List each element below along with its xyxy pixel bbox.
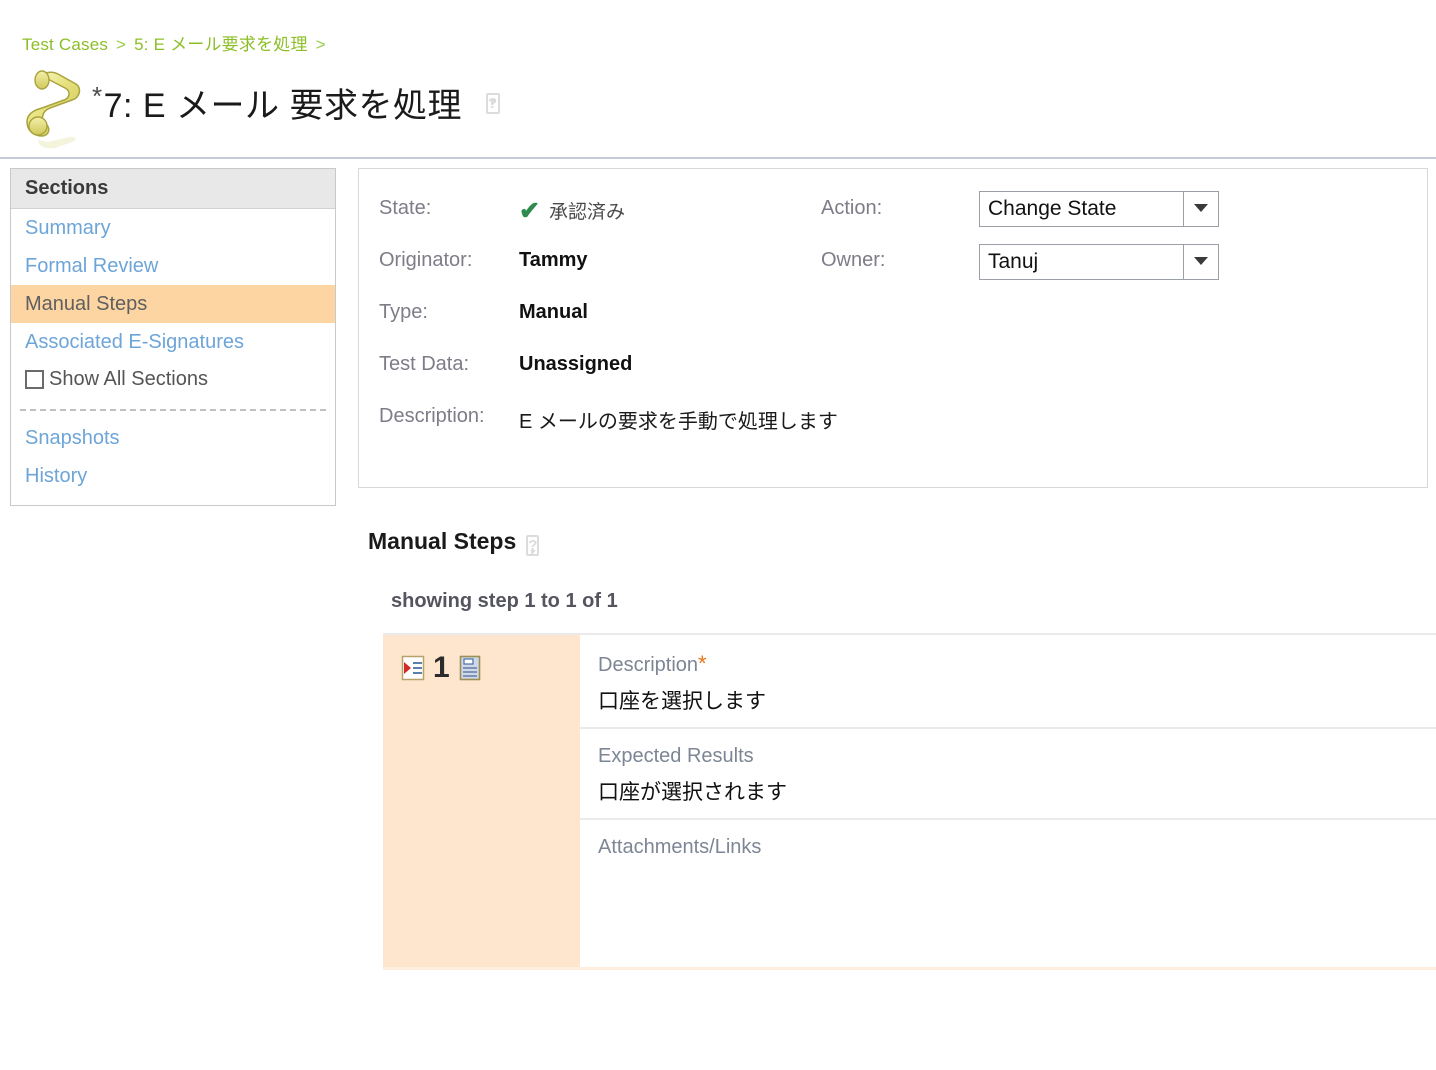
sidebar-item-formal-review[interactable]: Formal Review [11, 247, 335, 285]
owner-select[interactable]: Tanuj [979, 244, 1219, 280]
table-row: 1 Description* 口座を選択します Expected Results… [383, 635, 1436, 970]
step-attachments-label: Attachments/Links [598, 836, 762, 858]
step-expected-results-field: Expected Results 口座が選択されます [580, 727, 1436, 818]
step-attachments-field: Attachments/Links [580, 818, 1436, 938]
sidebar-bottom-group: Snapshots History [11, 411, 335, 505]
test-data-value: Unassigned [519, 353, 633, 375]
manual-steps-table: 1 Description* 口座を選択します Expected Results… [383, 633, 1436, 970]
type-value: Manual [519, 301, 588, 323]
breadcrumb-separator-1: > [116, 35, 127, 54]
action-select-value: Change State [988, 197, 1117, 220]
originator-value: Tammy [519, 249, 588, 271]
action-label: Action: [821, 197, 883, 219]
page-title: *7: E メール 要求を処理 ? [92, 78, 512, 127]
sidebar-item-snapshots[interactable]: Snapshots [11, 419, 335, 457]
page-title-text: 7: E メール 要求を処理 [103, 87, 462, 125]
test-data-label: Test Data: [379, 353, 470, 375]
state-value: ✔ 承認済み [519, 197, 625, 224]
step-number: 1 [433, 651, 450, 684]
step-number-inner: 1 [383, 651, 580, 685]
help-icon[interactable]: ? [526, 529, 552, 556]
step-description-value[interactable]: 口座を選択します [580, 685, 1436, 715]
state-text: 承認済み [548, 202, 625, 223]
sidebar-item-associated-e-signatures[interactable]: Associated E-Signatures [11, 323, 335, 361]
step-document-icon[interactable] [458, 655, 482, 681]
sections-sidebar: Sections Summary Formal Review Manual St… [10, 168, 336, 506]
manual-steps-heading-text: Manual Steps [368, 528, 517, 554]
help-icon-tail [531, 550, 537, 556]
chevron-down-icon[interactable] [1183, 192, 1218, 226]
test-case-details-panel: State: ✔ 承認済み Originator: Tammy Type: Ma… [358, 168, 1428, 488]
breadcrumb-parent[interactable]: 5: E メール要求を処理 [134, 35, 308, 54]
step-fields-cell: Description* 口座を選択します Expected Results 口… [580, 635, 1436, 970]
originator-label: Originator: [379, 249, 473, 271]
sidebar-item-manual-steps[interactable]: Manual Steps [11, 285, 335, 323]
description-label: Description: [379, 405, 485, 427]
scroll-icon [18, 64, 92, 152]
help-icon-tail [490, 99, 496, 105]
sidebar-item-summary[interactable]: Summary [11, 209, 335, 247]
breadcrumb-root[interactable]: Test Cases [22, 35, 108, 54]
page-title-row: *7: E メール 要求を処理 ? [18, 64, 512, 154]
step-expected-results-value[interactable]: 口座が選択されます [580, 776, 1436, 806]
check-icon: ✔ [519, 196, 540, 225]
description-value: E メールの要求を手動で処理します [519, 411, 838, 433]
type-label: Type: [379, 301, 428, 323]
manual-steps-heading: Manual Steps ? [368, 528, 552, 556]
step-description-label-text: Description [598, 654, 699, 676]
step-description-field: Description* 口座を選択します [580, 635, 1436, 727]
title-divider [0, 157, 1436, 159]
state-label: State: [379, 197, 432, 219]
owner-select-value: Tanuj [988, 250, 1039, 273]
sidebar-item-history[interactable]: History [11, 457, 335, 495]
step-number-cell: 1 [383, 635, 580, 970]
owner-label: Owner: [821, 249, 886, 271]
show-all-sections-checkbox[interactable] [25, 370, 44, 389]
breadcrumb-separator-2: > [315, 35, 326, 54]
insert-step-icon[interactable] [401, 655, 425, 681]
breadcrumb: Test Cases > 5: E メール要求を処理 > [22, 30, 329, 55]
required-marker: * [698, 651, 707, 676]
action-select[interactable]: Change State [979, 191, 1219, 227]
show-all-sections-row[interactable]: Show All Sections [11, 361, 335, 398]
chevron-down-icon[interactable] [1183, 245, 1218, 279]
step-expected-results-label: Expected Results [598, 745, 754, 767]
help-icon[interactable]: ? [485, 78, 512, 114]
steps-showing-count: showing step 1 to 1 of 1 [391, 590, 618, 612]
step-description-label: Description* [580, 651, 1436, 677]
required-marker: * [92, 80, 103, 111]
show-all-sections-label: Show All Sections [49, 368, 208, 390]
sections-header: Sections [11, 169, 335, 209]
